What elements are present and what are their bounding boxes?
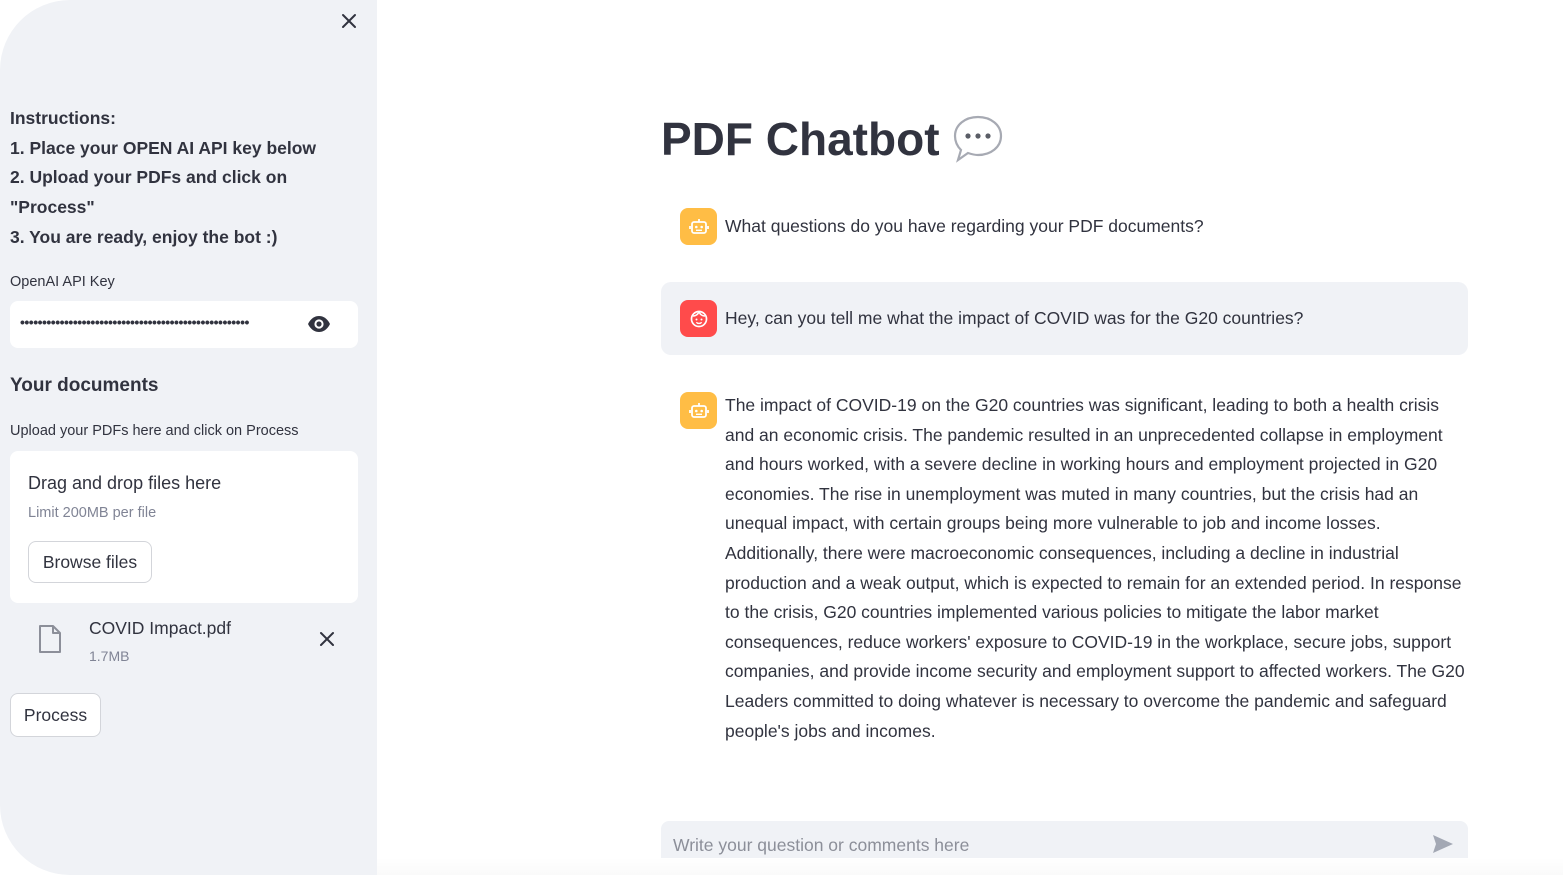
instruction-step-3: 3. You are ready, enjoy the bot :)	[10, 226, 278, 247]
file-dropzone[interactable]: Drag and drop files here Limit 200MB per…	[10, 451, 358, 603]
sidebar: Instructions: 1. Place your OPEN AI API …	[0, 0, 377, 875]
instructions: Instructions: 1. Place your OPEN AI API …	[10, 104, 350, 253]
file-size: 1.7MB	[89, 648, 130, 664]
chat-message-assistant: The impact of COVID-19 on the G20 countr…	[661, 383, 1468, 753]
close-icon	[342, 14, 356, 28]
message-text: Hey, can you tell me what the impact of …	[725, 308, 1304, 328]
instruction-step-2-cont: "Process"	[10, 197, 95, 218]
uploaded-file: COVID Impact.pdf 1.7MB	[10, 612, 358, 672]
api-key-value: ••••••••••••••••••••••••••••••••••••••••…	[20, 314, 249, 330]
page-title-text: PDF Chatbot	[661, 113, 940, 165]
send-icon[interactable]	[1431, 833, 1455, 855]
file-name: COVID Impact.pdf	[89, 618, 231, 638]
close-sidebar-button[interactable]	[336, 8, 362, 34]
instructions-heading: Instructions:	[10, 108, 116, 128]
robot-icon	[688, 402, 709, 418]
message-text: The impact of COVID-19 on the G20 countr…	[725, 395, 1465, 741]
instruction-step-2: 2. Upload your PDFs and click on	[10, 167, 288, 188]
bottom-fade	[377, 858, 1563, 875]
assistant-avatar	[680, 208, 717, 245]
dropzone-limit: Limit 200MB per file	[28, 505, 157, 521]
smiley-icon	[690, 309, 707, 327]
message-text: What questions do you have regarding you…	[725, 216, 1204, 236]
chat-message-assistant: What questions do you have regarding you…	[661, 200, 1468, 256]
remove-file-icon[interactable]	[316, 628, 338, 650]
instruction-step-1: 1. Place your OPEN AI API key below	[10, 137, 317, 158]
speech-bubble-icon	[953, 115, 1002, 163]
documents-heading: Your documents	[10, 375, 159, 396]
file-icon	[39, 625, 61, 653]
api-key-label: OpenAI API Key	[10, 274, 115, 290]
chat-message-user: Hey, can you tell me what the impact of …	[661, 282, 1468, 355]
api-key-input[interactable]: ••••••••••••••••••••••••••••••••••••••••…	[10, 301, 358, 348]
page-title: PDF Chatbot	[661, 112, 1004, 166]
user-avatar	[680, 300, 717, 337]
eye-icon[interactable]	[307, 314, 331, 334]
robot-icon	[688, 218, 709, 234]
dropzone-title: Drag and drop files here	[28, 473, 222, 493]
upload-label: Upload your PDFs here and click on Proce…	[10, 423, 299, 439]
assistant-avatar	[680, 392, 717, 429]
process-button[interactable]: Process	[10, 693, 101, 737]
browse-files-button[interactable]: Browse files	[28, 541, 152, 583]
